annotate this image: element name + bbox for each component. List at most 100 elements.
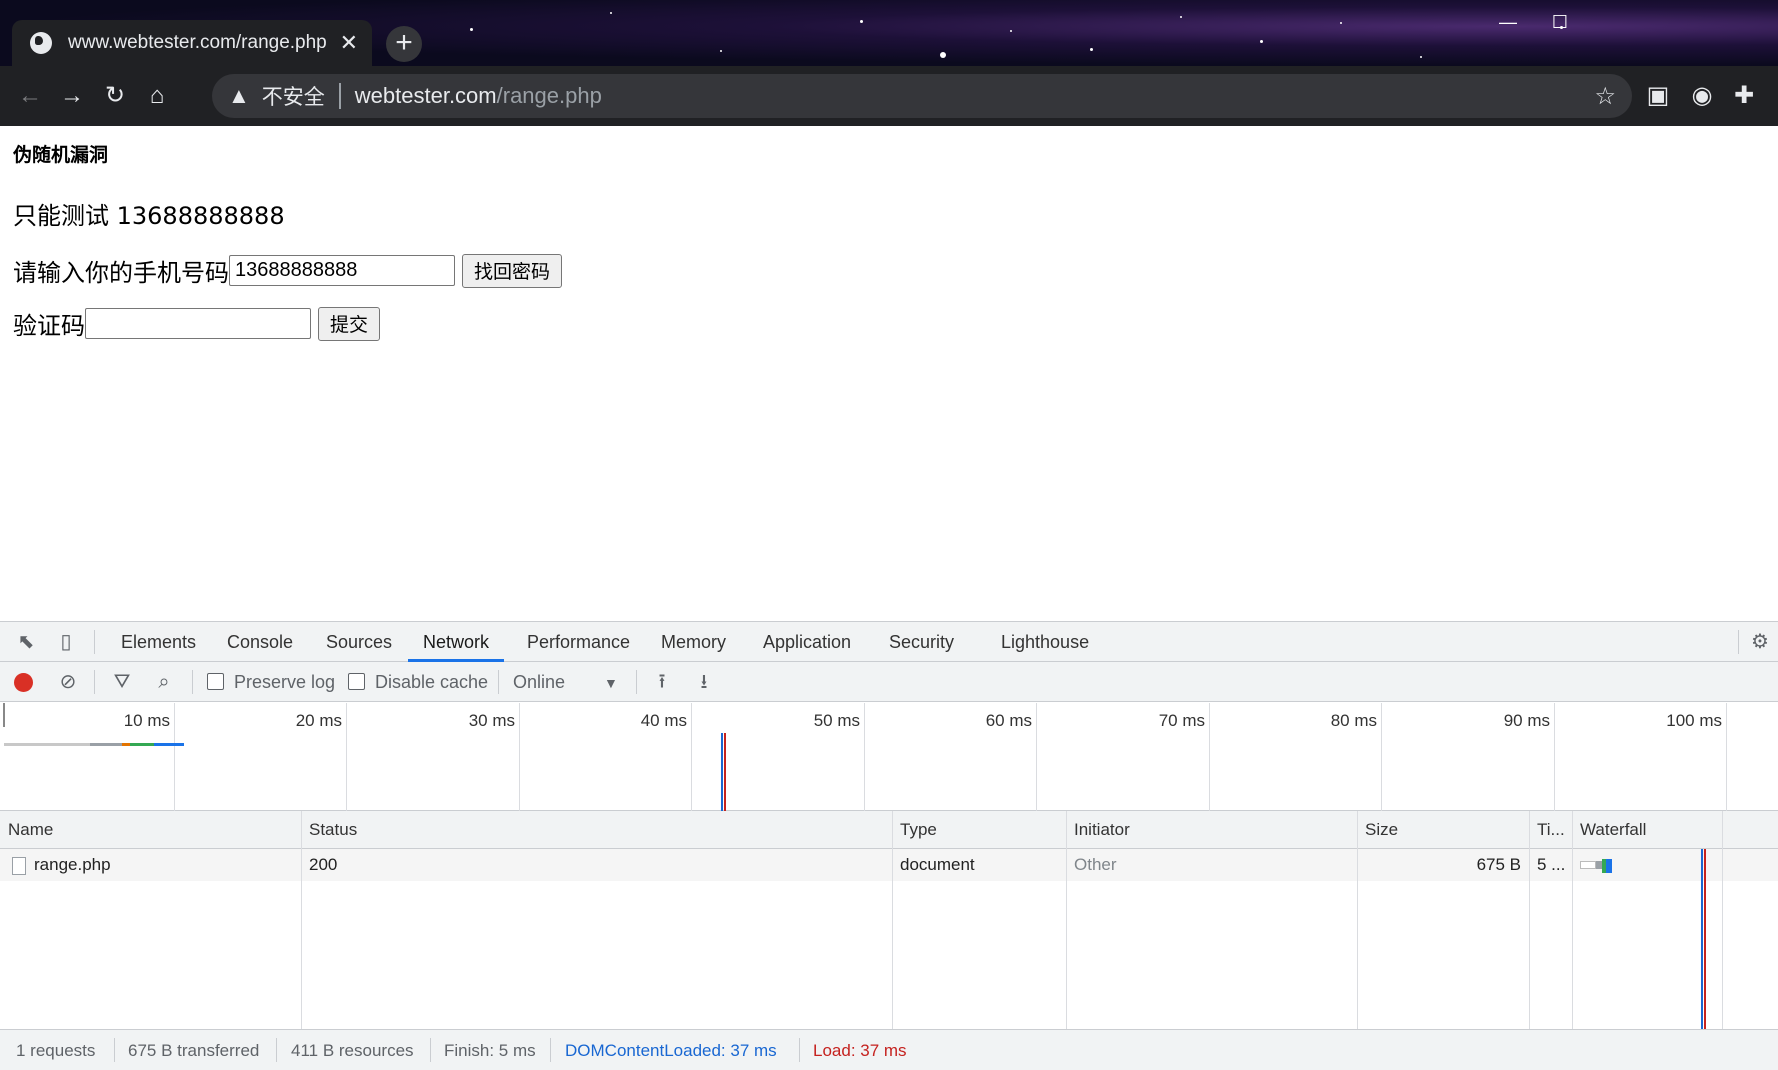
tick-label: 40 ms — [640, 711, 687, 730]
disable-cache-label: Disable cache — [375, 672, 489, 692]
column-header-initiator[interactable]: Initiator — [1066, 811, 1357, 849]
close-tab-icon[interactable]: ✕ — [340, 30, 358, 56]
tab-lighthouse[interactable]: Lighthouse — [1001, 622, 1089, 662]
preserve-log-label: Preserve log — [234, 672, 336, 692]
tab-application[interactable]: Application — [763, 622, 851, 662]
chevron-down-icon[interactable]: ▼ — [604, 675, 618, 691]
code-input[interactable] — [85, 308, 311, 339]
waterfall-queue-bar — [1580, 861, 1596, 869]
clear-icon[interactable]: ⊘ — [56, 670, 80, 694]
throttle-select[interactable]: Online — [513, 672, 565, 693]
phone-label: 请输入你的手机号码 — [13, 259, 229, 287]
tick-label: 20 ms — [295, 711, 342, 730]
request-bar-stall — [90, 743, 122, 746]
summary-transferred: 675 B transferred — [128, 1041, 260, 1060]
back-arrow-icon[interactable]: ← — [10, 76, 50, 116]
disable-cache-checkbox[interactable] — [348, 673, 365, 690]
network-summary-bar: 1 requests 675 B transferred 411 B resou… — [0, 1029, 1778, 1070]
divider — [338, 83, 341, 109]
record-icon[interactable] — [14, 673, 33, 692]
tick-label: 80 ms — [1330, 711, 1377, 730]
phone-input[interactable] — [229, 255, 455, 286]
browser-tab[interactable]: www.webtester.com/range.php ✕ — [12, 20, 372, 66]
code-row: 验证码 提交 — [13, 306, 381, 341]
row-type: document — [900, 855, 975, 874]
column-header-time[interactable]: Ti... — [1529, 811, 1572, 849]
dcl-marker — [721, 733, 723, 811]
url-host: webtester.com — [354, 83, 497, 108]
devtools-panel: ⬉ ▯ Elements Console Sources Network Per… — [0, 621, 1778, 1070]
tab-title: www.webtester.com/range.php — [68, 32, 327, 53]
tick-label: 90 ms — [1503, 711, 1550, 730]
devtools-tab-bar: ⬉ ▯ Elements Console Sources Network Per… — [0, 622, 1778, 662]
tab-elements[interactable]: Elements — [121, 622, 196, 662]
forward-arrow-icon[interactable]: → — [52, 76, 92, 116]
code-label: 验证码 — [13, 312, 85, 340]
summary-load: Load: 37 ms — [813, 1041, 907, 1060]
timeline-overview[interactable]: 10 ms 20 ms 30 ms 40 ms 50 ms 60 ms 70 m… — [0, 703, 1778, 811]
summary-finish: Finish: 5 ms — [444, 1041, 536, 1060]
phone-row: 请输入你的手机号码 找回密码 — [13, 253, 563, 288]
request-table: Name Status Type Initiator Size Ti... Wa… — [0, 811, 1778, 1029]
tab-strip: www.webtester.com/range.php ✕ + — ☐ — [0, 0, 1778, 66]
waterfall-load-line — [1704, 849, 1706, 1029]
inspect-element-icon[interactable]: ⬉ — [14, 630, 38, 654]
url-path: /range.php — [496, 83, 602, 108]
request-bar-download — [154, 743, 184, 746]
waterfall-download-bar — [1606, 859, 1612, 873]
home-icon[interactable]: ⌂ — [137, 76, 177, 116]
tick-label: 70 ms — [1158, 711, 1205, 730]
column-header-size[interactable]: Size — [1357, 811, 1529, 849]
tab-memory[interactable]: Memory — [661, 622, 726, 662]
export-download-icon[interactable]: ⭳ — [692, 670, 716, 694]
profile-circle-icon[interactable]: ◉ — [1686, 80, 1718, 112]
maximize-button[interactable]: ☐ — [1540, 0, 1580, 44]
row-name-cell[interactable]: range.php — [4, 849, 301, 881]
summary-dom-content-loaded: DOMContentLoaded: 37 ms — [565, 1041, 777, 1060]
minimize-button[interactable]: — — [1476, 0, 1540, 44]
extension-badge-icon[interactable]: ▣ — [1642, 80, 1674, 112]
submit-button[interactable]: 提交 — [318, 306, 381, 341]
column-header-status[interactable]: Status — [301, 811, 892, 849]
summary-resources: 411 B resources — [291, 1041, 414, 1060]
security-label[interactable]: 不安全 — [262, 81, 325, 111]
request-bar-waiting — [130, 743, 154, 746]
browser-toolbar: ← → ↻ ⌂ ▲ 不安全 webtester.com /range.php ☆… — [0, 66, 1778, 126]
device-toolbar-icon[interactable]: ▯ — [54, 630, 78, 654]
row-name: range.php — [34, 855, 111, 874]
tab-network[interactable]: Network — [408, 622, 505, 662]
request-bar-connect — [122, 743, 130, 746]
preserve-log-checkbox[interactable] — [207, 673, 224, 690]
tab-security[interactable]: Security — [889, 622, 954, 662]
puzzle-extensions-icon[interactable]: ✚ — [1728, 80, 1760, 112]
test-note: 只能测试 13688888888 — [13, 202, 285, 230]
page-heading: 伪随机漏洞 — [13, 144, 109, 166]
recover-password-button[interactable]: 找回密码 — [462, 253, 563, 288]
settings-gear-icon[interactable]: ⚙ — [1748, 630, 1772, 654]
page-content: 伪随机漏洞 只能测试 13688888888 请输入你的手机号码 找回密码 验证… — [0, 126, 1778, 621]
bookmark-star-icon[interactable]: ☆ — [1594, 82, 1616, 111]
document-file-icon — [12, 856, 26, 875]
tab-console[interactable]: Console — [227, 622, 293, 662]
new-tab-button[interactable]: + — [386, 26, 422, 62]
reload-icon[interactable]: ↻ — [95, 76, 135, 116]
row-size: 675 B — [1476, 855, 1521, 874]
column-header-type[interactable]: Type — [892, 811, 1066, 849]
column-header-name[interactable]: Name — [0, 811, 301, 849]
tab-performance[interactable]: Performance — [527, 622, 630, 662]
overview-start-handle[interactable] — [3, 703, 5, 727]
tick-label: 10 ms — [123, 711, 170, 730]
browser-window: www.webtester.com/range.php ✕ + — ☐ ← → … — [0, 0, 1778, 1070]
load-marker — [724, 733, 726, 811]
tab-sources[interactable]: Sources — [326, 622, 392, 662]
row-status: 200 — [309, 855, 338, 874]
network-toolbar: ⊘ ⛛ ⌕ Preserve log Disable cache Online … — [0, 662, 1778, 702]
request-bar-queue — [4, 743, 90, 746]
column-header-waterfall[interactable]: Waterfall — [1572, 811, 1778, 849]
search-icon[interactable]: ⌕ — [152, 670, 176, 694]
tick-label: 30 ms — [468, 711, 515, 730]
tick-label: 60 ms — [985, 711, 1032, 730]
import-upload-icon[interactable]: ⭱ — [650, 670, 674, 694]
address-bar[interactable]: ▲ 不安全 webtester.com /range.php ☆ — [212, 74, 1632, 118]
filter-icon[interactable]: ⛛ — [110, 670, 134, 694]
